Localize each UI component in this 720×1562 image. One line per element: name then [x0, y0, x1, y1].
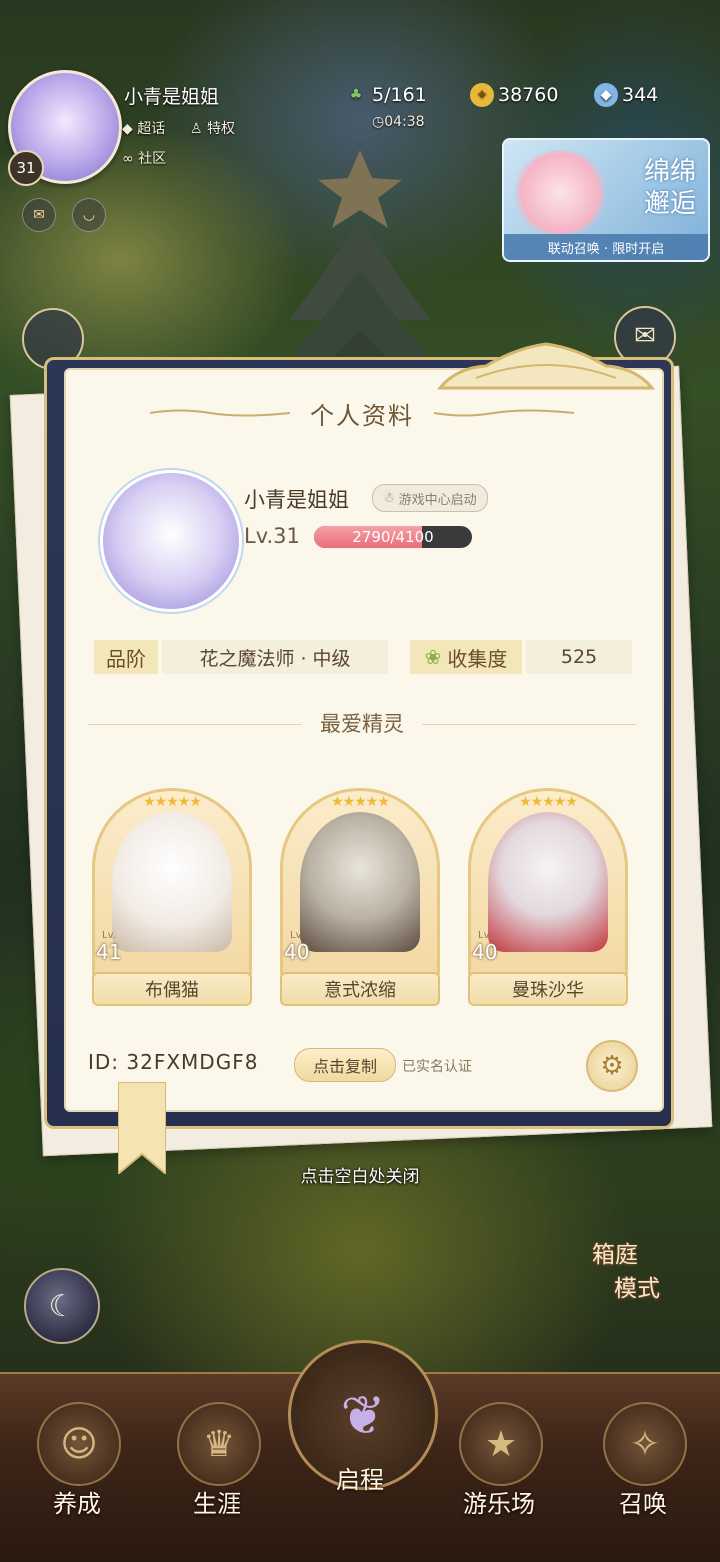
spirit-name: 布偶猫	[92, 972, 252, 1006]
spirit-level: 40	[472, 940, 498, 964]
favorite-spirit-card[interactable]: ★★★★★ Lv. 40 意式浓缩	[280, 772, 440, 1008]
spirit-level: 41	[96, 940, 122, 964]
collection-value: 525	[526, 640, 632, 674]
rarity-stars: ★★★★★	[331, 794, 390, 810]
profile-level: Lv.31	[244, 524, 300, 548]
favorite-spirit-card[interactable]: ★★★★★ Lv. 40 曼珠沙华	[468, 772, 628, 1008]
spirit-name: 意式浓缩	[280, 972, 440, 1006]
spirit-level: 40	[284, 940, 310, 964]
character-icon: ☺	[37, 1402, 121, 1486]
gem-counter[interactable]: ◆ 344	[594, 80, 658, 110]
favorite-spirit-card[interactable]: ★★★★★ Lv. 41 布偶猫	[92, 772, 252, 1008]
nav-playground[interactable]: ★ 游乐场	[444, 1392, 554, 1532]
rarity-stars: ★★★★★	[519, 794, 578, 810]
collab-summon-banner[interactable]: 绵绵 邂逅 联动召唤 · 限时开启	[502, 138, 710, 262]
crown-icon: ♛	[177, 1402, 261, 1486]
game-center-icon: ☃	[383, 490, 395, 506]
nav-summon[interactable]: ✧ 召唤	[588, 1392, 698, 1532]
card-sparkle-icon: ✧	[603, 1402, 687, 1486]
xp-bar: 2790/4100	[314, 526, 472, 548]
nav-career[interactable]: ♛ 生涯	[162, 1392, 272, 1532]
eye-mask-icon: ◡	[82, 207, 96, 223]
close-hint: 点击空白处关闭	[300, 1167, 420, 1187]
garden-mode-button[interactable]: 箱庭 模式	[572, 1228, 700, 1324]
gift-button[interactable]: ✉	[22, 198, 56, 232]
profile-name: 小青是姐姐	[244, 488, 349, 512]
community-link[interactable]: ∞ 社区	[122, 148, 166, 168]
player-level-badge: 31	[8, 150, 44, 186]
star-badge-icon: ★	[459, 1402, 543, 1486]
player-id: ID: 32FXMDGF8	[88, 1050, 259, 1074]
book-butterfly-icon: ❦	[340, 1383, 386, 1447]
spirit-name: 曼珠沙华	[468, 972, 628, 1006]
copy-id-button[interactable]: 点击复制	[294, 1048, 396, 1082]
supertopic-link[interactable]: ◆ 超话	[122, 118, 165, 138]
stamina-counter[interactable]: ♣ 5/161	[344, 80, 427, 110]
coin-icon: ✦	[470, 83, 494, 107]
collection-label[interactable]: ❀ 收集度	[410, 640, 522, 674]
stamina-timer: ◷04:38	[372, 114, 425, 130]
settings-button[interactable]: ⚙	[586, 1040, 638, 1092]
player-name: 小青是姐姐	[124, 86, 220, 108]
nav-journey-label: 启程	[336, 1466, 384, 1494]
rank-label: 品阶	[94, 640, 158, 674]
flower-icon: ❀	[424, 645, 442, 669]
verified-status: 已实名认证	[402, 1059, 472, 1075]
moon-icon: ☾	[48, 1288, 76, 1324]
privilege-link[interactable]: ♙ 特权	[190, 118, 235, 138]
rarity-stars: ★★★★★	[143, 794, 202, 810]
nav-cultivate[interactable]: ☺ 养成	[22, 1392, 132, 1532]
heading-ornament-right	[434, 409, 574, 417]
favorites-heading: 最爱精灵	[64, 708, 660, 738]
clover-icon: ♣	[349, 87, 363, 103]
banner-character-art	[512, 150, 608, 236]
spirit-portrait	[300, 812, 420, 952]
profile-avatar[interactable]	[100, 470, 242, 612]
diamond-icon: ◆	[122, 121, 133, 137]
eye-mask-button[interactable]: ◡	[72, 198, 106, 232]
night-mode-button[interactable]: ☾	[24, 1268, 100, 1344]
bookmark-ribbon	[118, 1082, 166, 1174]
xp-text: 2790/4100	[352, 528, 434, 546]
spirit-portrait	[112, 812, 232, 952]
banner-title: 绵绵 邂逅	[643, 157, 696, 219]
heading-ornament-left	[150, 409, 290, 417]
gift-icon: ✉	[33, 207, 45, 223]
crown-ornament	[436, 342, 656, 390]
garden-mode-label: 箱庭 模式	[592, 1242, 660, 1302]
banner-footer: 联动召唤 · 限时开启	[504, 234, 708, 260]
medal-icon: ♙	[190, 121, 203, 137]
game-center-badge[interactable]: ☃ 游戏中心启动	[372, 484, 488, 512]
mask-icon: ∞	[122, 151, 134, 167]
gold-counter[interactable]: ✦ 38760	[470, 80, 558, 110]
rank-value: 花之魔法师 · 中级	[162, 640, 388, 674]
spirit-portrait	[488, 812, 608, 952]
gem-icon: ◆	[594, 83, 618, 107]
gear-icon: ⚙	[600, 1051, 624, 1081]
